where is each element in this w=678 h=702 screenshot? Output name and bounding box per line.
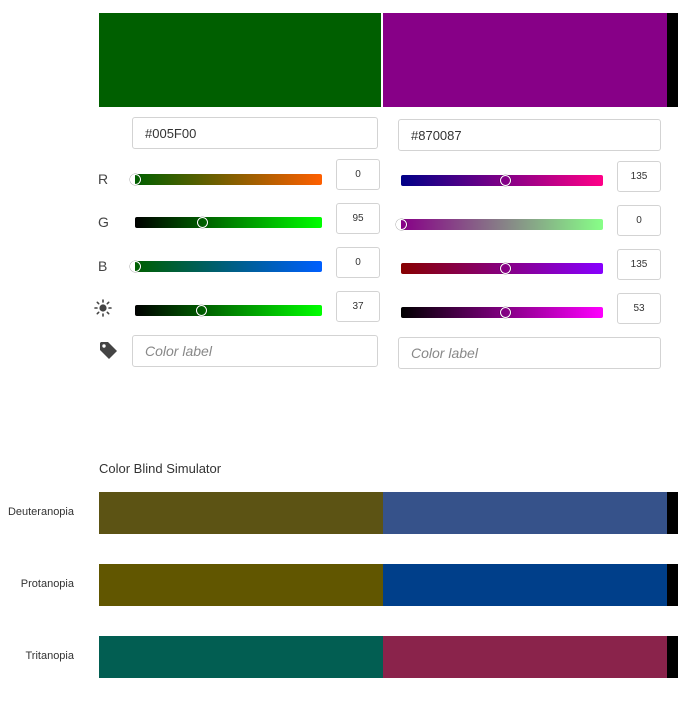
left-blue-slider-thumb[interactable] — [130, 261, 141, 272]
green-channel-label: G — [98, 214, 109, 230]
protanopia-edge — [667, 564, 678, 606]
left-red-value[interactable]: 0 — [336, 159, 380, 190]
right-green-slider[interactable] — [401, 219, 603, 230]
protanopia-left-swatch — [99, 564, 383, 606]
right-red-slider-thumb[interactable] — [500, 175, 511, 186]
right-blue-value[interactable]: 135 — [617, 249, 661, 280]
left-green-value[interactable]: 95 — [336, 203, 380, 234]
left-blue-value[interactable]: 0 — [336, 247, 380, 278]
tritanopia-right-swatch — [383, 636, 667, 678]
right-color-swatch — [383, 13, 667, 107]
red-channel-label: R — [98, 171, 109, 187]
left-brightness-value[interactable]: 37 — [336, 291, 380, 322]
protanopia-label: Protanopia — [20, 578, 74, 590]
right-green-value[interactable]: 0 — [617, 205, 661, 236]
right-green-slider-thumb[interactable] — [396, 219, 407, 230]
left-green-slider[interactable] — [135, 217, 322, 228]
left-blue-slider[interactable] — [135, 261, 322, 272]
left-red-slider-thumb[interactable] — [130, 174, 141, 185]
left-brightness-slider[interactable] — [135, 305, 322, 316]
left-hex-input[interactable] — [132, 117, 378, 149]
right-brightness-value[interactable]: 53 — [617, 293, 661, 324]
deuteranopia-edge — [667, 492, 678, 534]
tritanopia-label: Tritanopia — [25, 650, 74, 662]
left-red-slider[interactable] — [135, 174, 322, 185]
sun-icon — [94, 299, 112, 317]
tag-icon — [99, 341, 118, 360]
swatch-edge — [667, 13, 678, 107]
right-blue-slider-thumb[interactable] — [500, 263, 511, 274]
blue-channel-label: B — [98, 258, 108, 274]
deuteranopia-left-swatch — [99, 492, 383, 534]
right-hex-input[interactable] — [398, 119, 661, 151]
left-color-label-input[interactable] — [132, 335, 378, 367]
simulator-title: Color Blind Simulator — [99, 461, 222, 476]
deuteranopia-right-swatch — [383, 492, 667, 534]
tritanopia-left-swatch — [99, 636, 383, 678]
right-brightness-slider-thumb[interactable] — [500, 307, 511, 318]
right-red-value[interactable]: 135 — [617, 161, 661, 192]
deuteranopia-label: Deuteranopia — [7, 506, 74, 518]
left-color-swatch — [99, 13, 381, 107]
left-green-slider-thumb[interactable] — [197, 217, 208, 228]
left-brightness-slider-thumb[interactable] — [196, 305, 207, 316]
tritanopia-edge — [667, 636, 678, 678]
protanopia-right-swatch — [383, 564, 667, 606]
right-color-label-input[interactable] — [398, 337, 661, 369]
